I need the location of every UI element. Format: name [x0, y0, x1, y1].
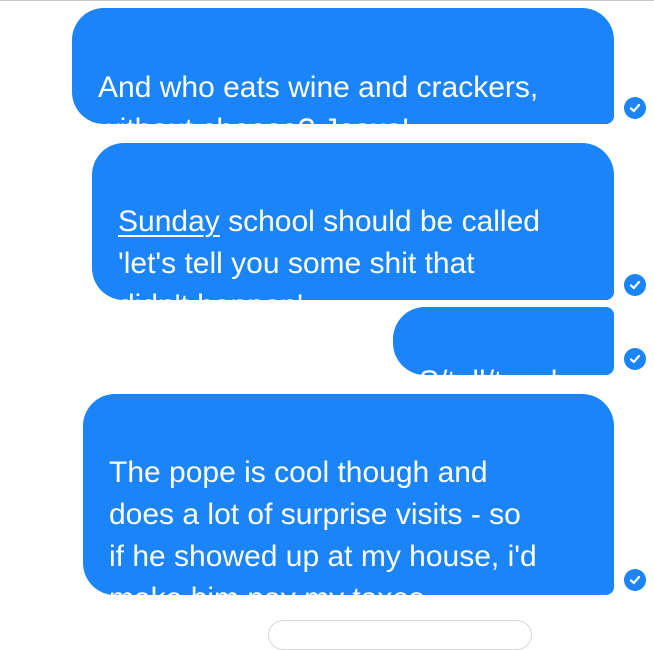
check-circle-icon — [624, 274, 646, 296]
top-divider — [0, 0, 654, 1]
message-bubble[interactable]: And who eats wine and crackers, without … — [72, 8, 614, 146]
check-circle-icon — [624, 348, 646, 370]
check-circle-icon — [624, 569, 646, 591]
check-circle-icon — [624, 97, 646, 119]
message-bubble[interactable]: S/tell/teach — [393, 307, 614, 398]
message-text: And who eats wine and crackers, without … — [98, 71, 539, 146]
link-text[interactable]: Sunday — [118, 205, 220, 238]
message-composer[interactable] — [268, 620, 532, 650]
message-bubble[interactable]: The pope is cool though and does a lot o… — [83, 394, 614, 615]
message-bubble[interactable]: Sunday school should be called 'let's te… — [92, 143, 614, 322]
message-text: The pope is cool though and does a lot o… — [109, 456, 537, 615]
